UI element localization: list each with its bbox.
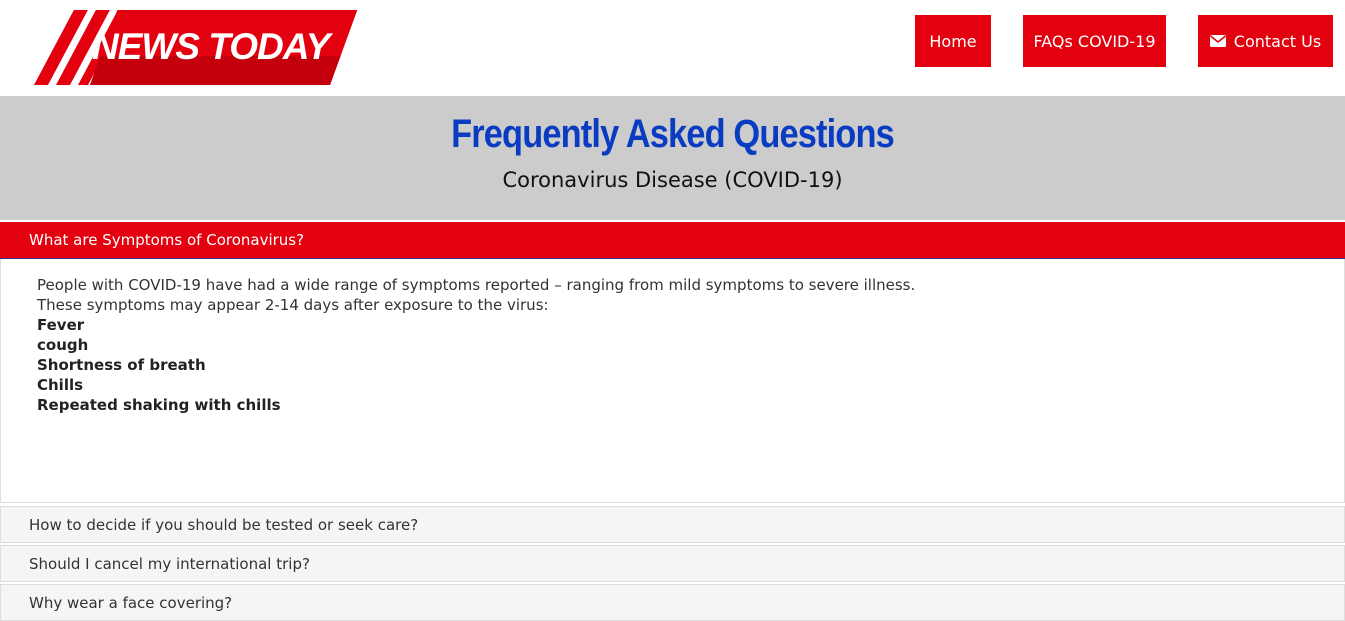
page-title: Frequently Asked Questions [451, 112, 895, 156]
symptom-item: Fever [37, 316, 85, 334]
accordion-panel-symptoms: People with COVID-19 have had a wide ran… [0, 259, 1345, 503]
accordion-header-travel[interactable]: Should I cancel my international trip? [0, 545, 1345, 582]
nav-home-button[interactable]: Home [915, 15, 991, 67]
accordion-question: How to decide if you should be tested or… [29, 515, 419, 534]
nav-home-label: Home [929, 31, 977, 51]
page-subtitle: Coronavirus Disease (COVID-19) [502, 168, 843, 192]
nav-contact-button[interactable]: Contact Us [1198, 15, 1333, 67]
accordion-question: Should I cancel my international trip? [29, 554, 310, 573]
accordion-header-testing[interactable]: How to decide if you should be tested or… [0, 506, 1345, 543]
logo-text: NEWS TODAY [92, 26, 330, 67]
symptom-item: cough [37, 336, 89, 354]
answer-intro: These symptoms may appear 2-14 days afte… [37, 296, 549, 314]
news-today-logo[interactable]: NEWS TODAY [12, 10, 358, 85]
nav-faqs-button[interactable]: FAQs COVID-19 [1023, 15, 1166, 67]
envelope-icon [1209, 35, 1226, 47]
accordion-header-face-covering[interactable]: Why wear a face covering? [0, 584, 1345, 621]
symptom-item: Shortness of breath [37, 356, 206, 374]
nav-faqs-label: FAQs COVID-19 [1033, 31, 1156, 51]
site-header: NEWS TODAY Home FAQs COVID-19 Contact Us [0, 0, 1345, 96]
symptom-item: Repeated shaking with chills [37, 396, 281, 414]
symptom-item: Chills [37, 376, 84, 394]
accordion-header-symptoms[interactable]: What are Symptoms of Coronavirus? [0, 222, 1345, 259]
accordion-question: What are Symptoms of Coronavirus? [29, 231, 305, 249]
symptoms-answer: People with COVID-19 have had a wide ran… [37, 275, 915, 415]
answer-intro: People with COVID-19 have had a wide ran… [37, 276, 916, 294]
nav-contact-label: Contact Us [1233, 31, 1322, 51]
accordion-question: Why wear a face covering? [29, 593, 233, 612]
faq-banner: Frequently Asked Questions Coronavirus D… [0, 96, 1345, 220]
